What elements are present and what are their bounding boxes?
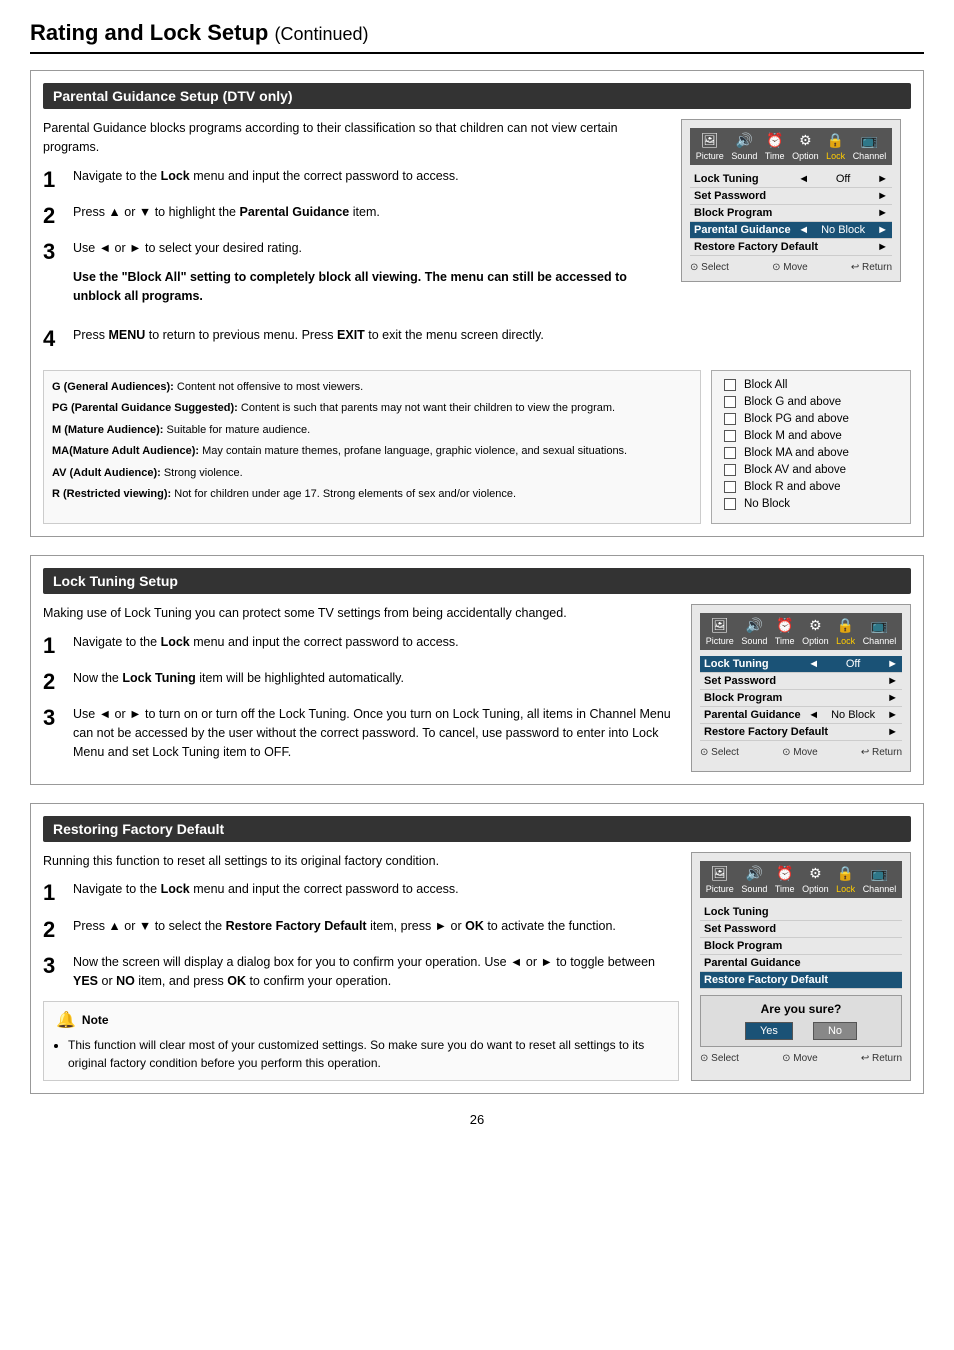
parental-step-1: 1 Navigate to the Lock menu and input th… xyxy=(43,167,669,193)
desc-ma: MA(Mature Adult Audience): May contain m… xyxy=(52,443,692,460)
tv-icons-bar: 🖼 Picture 🔊 Sound ⏰ Time ⚙ Option xyxy=(690,128,892,165)
tv-panel-parental: 🖼 Picture 🔊 Sound ⏰ Time ⚙ Option xyxy=(681,119,901,282)
tv-panel-lock-tuning: 🖼 Picture 🔊 Sound ⏰ Time ⚙ Option 🔒 xyxy=(691,604,911,772)
restore-step-1: 1 Navigate to the Lock menu and input th… xyxy=(43,880,679,906)
desc-pg: PG (Parental Guidance Suggested): Conten… xyxy=(52,400,692,417)
checkbox-block-all[interactable] xyxy=(724,379,736,391)
channel-icon-item: 📺 Channel xyxy=(853,132,887,161)
page-number: 26 xyxy=(30,1112,924,1127)
checkbox-no-block[interactable] xyxy=(724,498,736,510)
menu-row-set-password-2: Set Password ► xyxy=(700,673,902,690)
desc-m: M (Mature Audience): Suitable for mature… xyxy=(52,422,692,439)
lock-tuning-step-3: 3 Use ◄ or ► to turn on or turn off the … xyxy=(43,705,679,761)
restore-step-3: 3 Now the screen will display a dialog b… xyxy=(43,953,679,991)
lock-tuning-step-2: 2 Now the Lock Tuning item will be highl… xyxy=(43,669,679,695)
menu-row-lock-tuning-3: Lock Tuning xyxy=(700,904,902,921)
menu-with-confirm: Lock Tuning Set Password Block Program P… xyxy=(700,904,902,1047)
desc-r: R (Restricted viewing): Not for children… xyxy=(52,486,692,503)
parental-step-3: 3 Use ◄ or ► to select your desired rati… xyxy=(43,239,669,315)
menu-row-block-program-2: Block Program ► xyxy=(700,690,902,707)
rating-block-pg: Block PG and above xyxy=(724,413,898,425)
checkbox-block-ma[interactable] xyxy=(724,447,736,459)
note-title: 🔔 Note xyxy=(56,1010,666,1030)
lock-icon-item: 🔒 Lock xyxy=(826,132,845,161)
tv-bottom-bar-3: ⊙ Select ⊙ Move ↩ Return xyxy=(700,1053,902,1064)
rating-block-ma: Block MA and above xyxy=(724,447,898,459)
note-box: 🔔 Note This function will clear most of … xyxy=(43,1001,679,1081)
parental-text: Parental Guidance blocks programs accord… xyxy=(43,119,669,362)
restore-factory-section: Restoring Factory Default Running this f… xyxy=(30,803,924,1094)
checkbox-block-r[interactable] xyxy=(724,481,736,493)
note-item: This function will clear most of your cu… xyxy=(68,1036,666,1072)
sound-icon-item: 🔊 Sound xyxy=(731,132,757,161)
checkbox-block-m[interactable] xyxy=(724,430,736,442)
menu-row-set-password: Set Password ► xyxy=(690,188,892,205)
picture-icon-item: 🖼 Picture xyxy=(696,132,724,161)
rating-descriptions: G (General Audiences): Content not offen… xyxy=(43,370,701,524)
menu-row-restore-factory: Restore Factory Default ► xyxy=(690,239,892,256)
checkbox-block-g[interactable] xyxy=(724,396,736,408)
tv-icons-bar-2: 🖼 Picture 🔊 Sound ⏰ Time ⚙ Option 🔒 xyxy=(700,613,902,650)
menu-row-parental-guidance: Parental Guidance ◄ No Block ► xyxy=(690,222,892,239)
restore-factory-header: Restoring Factory Default xyxy=(43,816,911,842)
lock-tuning-step-1: 1 Navigate to the Lock menu and input th… xyxy=(43,633,679,659)
note-icon: 🔔 xyxy=(56,1010,76,1030)
tv-panel-restore: 🖼 Picture 🔊 Sound ⏰ Time ⚙ Option 🔒 xyxy=(691,852,911,1081)
rating-block-m: Block M and above xyxy=(724,430,898,442)
parental-step-4: 4 Press MENU to return to previous menu.… xyxy=(43,326,669,352)
rating-block-r: Block R and above xyxy=(724,481,898,493)
menu-row-restore-factory-3: Restore Factory Default xyxy=(700,972,902,989)
option-icon-item: ⚙ Option xyxy=(792,132,819,161)
parental-guidance-header: Parental Guidance Setup (DTV only) xyxy=(43,83,911,109)
lock-tuning-section: Lock Tuning Setup Making use of Lock Tun… xyxy=(30,555,924,785)
desc-av: AV (Adult Audience): Strong violence. xyxy=(52,465,692,482)
time-icon-item: ⏰ Time xyxy=(765,132,785,161)
menu-row-parental-guidance-2: Parental Guidance ◄ No Block ► xyxy=(700,707,902,724)
menu-row-lock-tuning-2: Lock Tuning ◄ Off ► xyxy=(700,656,902,673)
page-title: Rating and Lock Setup (Continued) xyxy=(30,20,924,54)
rating-no-block: No Block xyxy=(724,498,898,510)
confirm-yes-button[interactable]: Yes xyxy=(745,1022,793,1040)
confirm-no-button[interactable]: No xyxy=(813,1022,857,1040)
menu-row-block-program-3: Block Program xyxy=(700,938,902,955)
restore-step-2: 2 Press ▲ or ▼ to select the Restore Fac… xyxy=(43,917,679,943)
desc-g: G (General Audiences): Content not offen… xyxy=(52,379,692,396)
menu-row-lock-tuning: Lock Tuning ◄ Off ► xyxy=(690,171,892,188)
confirm-dialog: Are you sure? Yes No xyxy=(700,995,902,1047)
lock-tuning-header: Lock Tuning Setup xyxy=(43,568,911,594)
menu-row-block-program: Block Program ► xyxy=(690,205,892,222)
menu-row-parental-3: Parental Guidance xyxy=(700,955,902,972)
menu-row-restore-factory-2: Restore Factory Default ► xyxy=(700,724,902,741)
restore-factory-text: Running this function to reset all setti… xyxy=(43,852,679,1081)
restore-factory-intro: Running this function to reset all setti… xyxy=(43,852,679,871)
lock-tuning-intro: Making use of Lock Tuning you can protec… xyxy=(43,604,679,623)
rating-block-all: Block All xyxy=(724,379,898,391)
menu-row-set-password-3: Set Password xyxy=(700,921,902,938)
parental-middle-row: G (General Audiences): Content not offen… xyxy=(43,370,911,524)
checkbox-block-pg[interactable] xyxy=(724,413,736,425)
tv-bottom-bar: ⊙ Select ⊙ Move ↩ Return xyxy=(690,262,892,273)
rating-block-g: Block G and above xyxy=(724,396,898,408)
parental-intro: Parental Guidance blocks programs accord… xyxy=(43,119,669,157)
rating-block-av: Block AV and above xyxy=(724,464,898,476)
checkbox-block-av[interactable] xyxy=(724,464,736,476)
tv-bottom-bar-2: ⊙ Select ⊙ Move ↩ Return xyxy=(700,747,902,758)
confirm-buttons: Yes No xyxy=(711,1022,891,1040)
lock-tuning-text: Making use of Lock Tuning you can protec… xyxy=(43,604,679,772)
rating-options-panel: Block All Block G and above Block PG and… xyxy=(711,370,911,524)
parental-guidance-section: Parental Guidance Setup (DTV only) Paren… xyxy=(30,70,924,537)
parental-step-2: 2 Press ▲ or ▼ to highlight the Parental… xyxy=(43,203,669,229)
tv-icons-bar-3: 🖼 Picture 🔊 Sound ⏰ Time ⚙ Option 🔒 xyxy=(700,861,902,898)
confirm-title: Are you sure? xyxy=(711,1002,891,1016)
